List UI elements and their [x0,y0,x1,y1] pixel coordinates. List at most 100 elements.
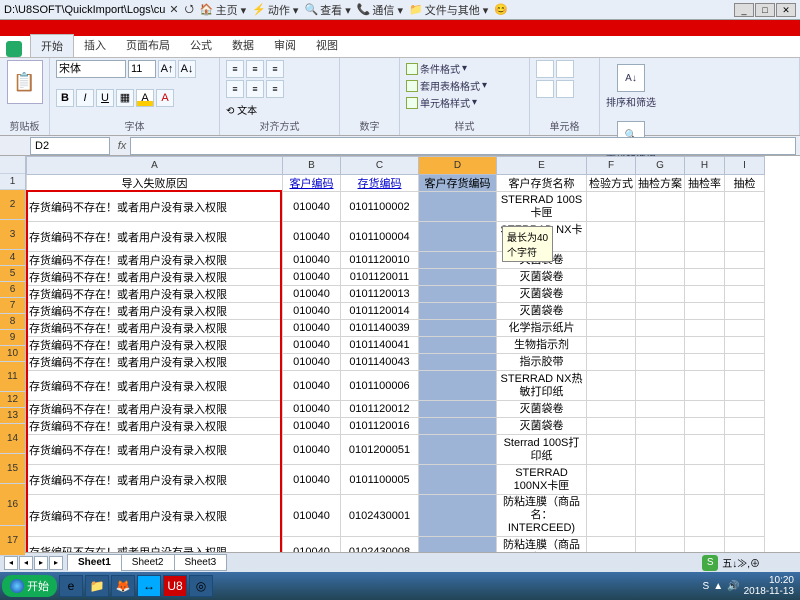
cell[interactable]: 010040 [283,320,341,337]
cell[interactable]: 0101120011 [341,269,419,286]
decrease-font-icon[interactable]: A↓ [178,60,196,78]
cell[interactable] [685,252,725,269]
cell[interactable] [636,371,685,401]
cell[interactable]: 存货编码不存在！或者用户没有录入权限 [27,286,283,303]
cell[interactable]: 010040 [283,252,341,269]
row-header[interactable]: 9 [0,330,25,346]
col-header-I[interactable]: I [725,157,765,175]
cell[interactable]: 存货编码不存在！或者用户没有录入权限 [27,222,283,252]
cell[interactable] [419,286,497,303]
cell[interactable] [636,465,685,495]
cell[interactable] [587,252,636,269]
cell[interactable]: 存货编码不存在！或者用户没有录入权限 [27,192,283,222]
cell[interactable] [587,435,636,465]
font-color-button[interactable]: A [156,89,174,107]
ribbon-tab-插入[interactable]: 插入 [74,34,116,57]
cell[interactable]: 0101140039 [341,320,419,337]
cell[interactable] [419,320,497,337]
cell[interactable]: 0101100004 [341,222,419,252]
title-tool-icon[interactable]: 😊 [494,3,508,16]
tray-icon[interactable]: ▲ [713,581,723,592]
fill-color-button[interactable]: A [136,89,154,107]
cell[interactable]: 存货编码不存在！或者用户没有录入权限 [27,495,283,537]
cell[interactable] [636,354,685,371]
cell[interactable]: 存货编码不存在！或者用户没有录入权限 [27,401,283,418]
col-header-D[interactable]: D [419,157,497,175]
wrap-text-button[interactable]: ⟲ 对齐方式文本 [226,102,333,117]
cell[interactable]: 灭菌袋卷 [497,269,587,286]
cell[interactable]: 0101100006 [341,371,419,401]
ribbon-tab-数据[interactable]: 数据 [222,34,264,57]
header-cell[interactable]: 导入失败原因 [27,175,283,192]
cell[interactable] [685,320,725,337]
cell[interactable] [725,192,765,222]
cell[interactable] [685,537,725,553]
cell[interactable]: 010040 [283,435,341,465]
cell[interactable] [419,495,497,537]
cell[interactable] [725,286,765,303]
cell[interactable] [725,418,765,435]
cell[interactable] [685,269,725,286]
cell[interactable] [419,252,497,269]
bold-button[interactable]: B [56,89,74,107]
cell[interactable] [685,222,725,252]
row-header[interactable]: 3 [0,220,25,250]
sheet-tab-Sheet3[interactable]: Sheet3 [174,554,228,571]
row-header[interactable]: 13 [0,408,25,424]
cell[interactable]: 010040 [283,418,341,435]
cell[interactable]: 存货编码不存在！或者用户没有录入权限 [27,337,283,354]
cell[interactable] [725,495,765,537]
taskbar-item-teamviewer[interactable]: ↔ [137,575,161,597]
system-tray[interactable]: S ▲ 🔊 10:20 2018-11-13 [703,575,798,597]
cell[interactable] [587,371,636,401]
underline-button[interactable]: U [96,89,114,107]
border-button[interactable]: ▦ [116,89,134,107]
row-header[interactable]: 7 [0,298,25,314]
cell[interactable] [587,303,636,320]
sheet-tab-Sheet2[interactable]: Sheet2 [121,554,175,571]
cell[interactable]: 0101120013 [341,286,419,303]
align-left-icon[interactable]: ≡ [226,80,244,98]
row-header[interactable]: 8 [0,314,25,330]
cell[interactable]: 存货编码不存在！或者用户没有录入权限 [27,435,283,465]
cell[interactable]: 0101120010 [341,252,419,269]
row-header[interactable]: 5 [0,266,25,282]
cell[interactable]: 存货编码不存在！或者用户没有录入权限 [27,418,283,435]
align-top-icon[interactable]: ≡ [226,60,244,78]
select-all-corner[interactable] [0,156,25,174]
header-cell[interactable]: 抽检方案 [636,175,685,192]
cell[interactable]: 存货编码不存在！或者用户没有录入权限 [27,269,283,286]
ribbon-tab-页面布局[interactable]: 页面布局 [116,34,180,57]
font-size-select[interactable]: 11 [128,60,156,78]
cell[interactable]: 0101100002 [341,192,419,222]
cell[interactable] [636,303,685,320]
cell[interactable]: 0101140043 [341,354,419,371]
title-tool-动作[interactable]: ⚡ 动作 ▾ [252,2,298,18]
cell[interactable]: 010040 [283,192,341,222]
cell[interactable]: 灭菌袋卷 [497,303,587,320]
cell-icon-4[interactable] [556,80,574,98]
paste-button[interactable]: 📋 [7,60,43,104]
cell[interactable]: 防粘连膜（商品名： [497,537,587,553]
increase-font-icon[interactable]: A↑ [158,60,176,78]
ribbon-tab-开始[interactable]: 开始 [30,34,74,57]
cell[interactable]: 010040 [283,537,341,553]
cell[interactable]: 010040 [283,303,341,320]
taskbar-item-u8[interactable]: U8 [163,575,187,597]
cell[interactable] [725,354,765,371]
header-cell[interactable]: 抽检 [725,175,765,192]
title-tool-文件与其他[interactable]: 📁 文件与其他 ▾ [409,2,488,18]
cell-grid[interactable]: ABCDEFGHI导入失败原因客户编码存货编码客户存货编码客户存货名称检验方式抽… [26,156,800,552]
cell[interactable] [587,401,636,418]
cell[interactable] [587,537,636,553]
cell[interactable] [685,401,725,418]
title-tool-主页[interactable]: 🏠 主页 ▾ [200,2,246,18]
sort-filter-button[interactable]: A↓排序和筛选 [606,64,656,109]
cell[interactable] [587,192,636,222]
cell[interactable]: 0102430001 [341,495,419,537]
title-tool-通信[interactable]: 📞 通信 ▾ [357,2,403,18]
row-header[interactable]: 10 [0,346,25,362]
col-header-F[interactable]: F [587,157,636,175]
title-tool-查看[interactable]: 🔍 查看 ▾ [304,2,350,18]
row-header[interactable]: 4 [0,250,25,266]
